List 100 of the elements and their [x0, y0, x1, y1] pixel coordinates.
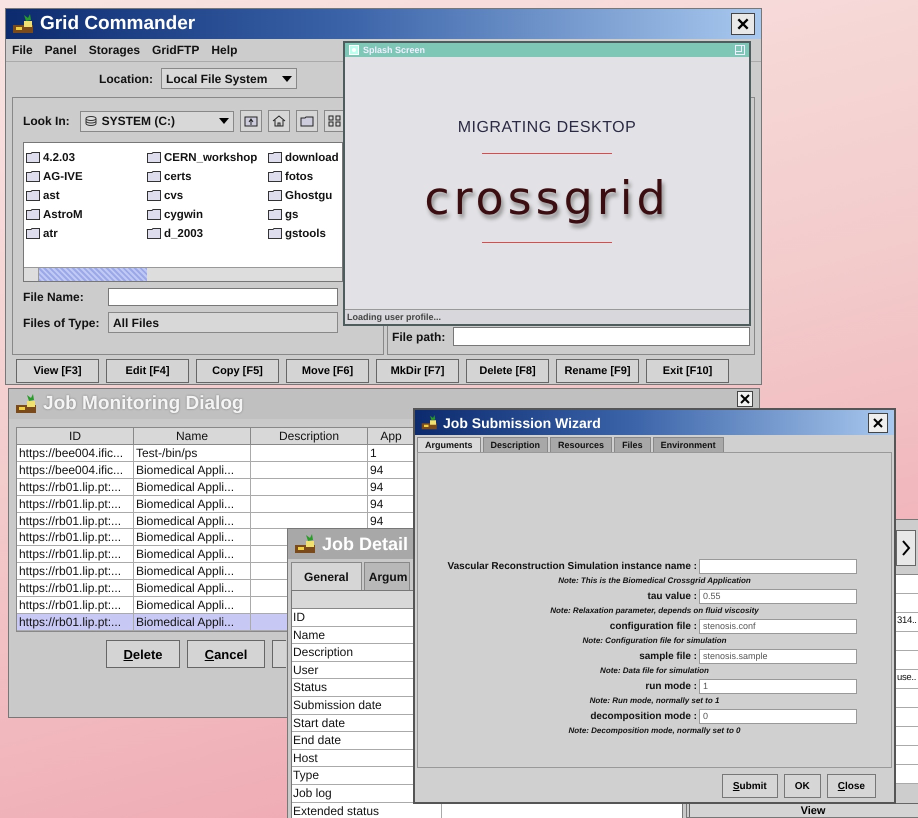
- command-button[interactable]: MkDir [F7]: [376, 359, 459, 383]
- folder-item[interactable]: cygwin: [147, 205, 268, 224]
- caret-icon: [282, 76, 292, 82]
- home-icon: [272, 115, 286, 127]
- computer-plant-icon: [15, 394, 39, 414]
- tab[interactable]: Resources: [550, 437, 612, 452]
- folder-item[interactable]: cvs: [147, 186, 268, 205]
- table-row[interactable]: https://bee004.ific... Test-/bin/ps 1: [17, 445, 414, 462]
- field-label: tau value :: [646, 591, 698, 602]
- folder-icon: [268, 152, 282, 163]
- table-cell: Biomedical Appli...: [134, 597, 251, 613]
- field-label: Vascular Reconstruction Simulation instance name :: [446, 561, 698, 572]
- folder-item[interactable]: AG-IVE: [26, 167, 147, 186]
- folder-item[interactable]: CERN_workshop: [147, 148, 268, 167]
- column-header[interactable]: Description: [251, 428, 368, 445]
- table-row[interactable]: https://rb01.lip.pt:... Biomedical Appli...: [17, 614, 288, 631]
- folder-item[interactable]: ast: [26, 186, 147, 205]
- window-title: Job Detail: [322, 534, 408, 554]
- command-button[interactable]: Delete [F8]: [466, 359, 549, 383]
- input-field[interactable]: 1: [699, 679, 857, 694]
- menu-item[interactable]: Panel: [44, 42, 77, 58]
- input-field[interactable]: 0: [699, 709, 857, 724]
- window-title: Job Submission Wizard: [443, 414, 601, 430]
- folder-icon: [147, 190, 161, 201]
- folder-item[interactable]: d_2003: [147, 224, 268, 243]
- menu-item[interactable]: Storages: [88, 42, 140, 58]
- field-note: Note: Relaxation parameter, depends on fluid viscosity: [550, 606, 759, 615]
- command-button[interactable]: Move [F6]: [286, 359, 369, 383]
- table-cell: https://bee004.ific...: [17, 445, 134, 461]
- table-row[interactable]: https://bee004.ific... Biomedical Appli... 94: [17, 462, 414, 479]
- dialog-button[interactable]: OK: [784, 774, 821, 798]
- tab[interactable]: Files: [614, 437, 651, 452]
- dialog-button[interactable]: Delete: [106, 640, 180, 668]
- tab[interactable]: Argum: [364, 562, 410, 590]
- command-button[interactable]: Rename [F9]: [556, 359, 639, 383]
- view-button[interactable]: View: [689, 803, 918, 817]
- next-button[interactable]: [896, 530, 916, 566]
- menu-item[interactable]: File: [12, 42, 33, 58]
- dialog-button[interactable]: Submit: [722, 774, 778, 798]
- folder-item[interactable]: fotos: [268, 167, 342, 186]
- tab[interactable]: Environment: [652, 437, 724, 452]
- list-view-button[interactable]: [324, 110, 346, 132]
- command-button[interactable]: Edit [F4]: [106, 359, 189, 383]
- folder-item[interactable]: AstroM: [26, 205, 147, 224]
- splash-heading: MIGRATING DESKTOP: [458, 119, 636, 137]
- window-title: Splash Screen: [363, 45, 426, 55]
- file-type-dropdown[interactable]: All Files: [108, 312, 338, 333]
- up-folder-button[interactable]: [240, 110, 262, 132]
- input-field[interactable]: 0.55: [699, 589, 857, 604]
- home-button[interactable]: [268, 110, 290, 132]
- up-folder-icon: [244, 115, 258, 127]
- folder-icon: [147, 171, 161, 182]
- command-button[interactable]: Exit [F10]: [646, 359, 729, 383]
- input-field[interactable]: stenosis.conf: [699, 619, 857, 634]
- dialog-button[interactable]: [272, 640, 286, 668]
- table-cell: https://bee004.ific...: [17, 462, 134, 478]
- computer-plant-icon: [294, 534, 318, 554]
- folder-item[interactable]: gs: [268, 205, 342, 224]
- close-button[interactable]: [737, 391, 753, 407]
- folder-icon: [268, 209, 282, 220]
- tab[interactable]: Arguments: [417, 437, 481, 452]
- table-cell-text: 94: [369, 496, 384, 512]
- menu-item[interactable]: GridFTP: [152, 42, 200, 58]
- input-field[interactable]: [699, 559, 857, 574]
- table-row[interactable]: https://rb01.lip.pt:... Biomedical Appli... 94: [17, 478, 414, 496]
- column-header[interactable]: ID: [17, 428, 134, 445]
- field-note: Note: Run mode, normally set to 1: [590, 696, 720, 705]
- close-button[interactable]: [731, 13, 755, 35]
- table-cell: Test-/bin/ps: [134, 445, 251, 461]
- column-header[interactable]: Name: [134, 428, 251, 445]
- input-field[interactable]: stenosis.sample: [699, 649, 857, 664]
- folder-item[interactable]: atr: [26, 224, 147, 243]
- folder-item[interactable]: Ghostgu: [268, 186, 342, 205]
- tab[interactable]: General: [291, 562, 362, 590]
- folder-item[interactable]: 4.2.03: [26, 148, 147, 167]
- folder-item[interactable]: gstools: [268, 224, 342, 243]
- command-button[interactable]: View [F3]: [16, 359, 99, 383]
- close-icon: [739, 392, 751, 406]
- dialog-button[interactable]: Close: [826, 774, 876, 798]
- window-title: Grid Commander: [40, 13, 196, 35]
- folder-item[interactable]: certs: [147, 167, 268, 186]
- table-cell: Biomedical Appli...: [134, 478, 251, 495]
- menu-item[interactable]: Help: [211, 42, 238, 58]
- location-dropdown[interactable]: Local File System: [161, 68, 297, 89]
- horizontal-scrollbar[interactable]: [24, 267, 342, 281]
- command-button[interactable]: Copy [F5]: [196, 359, 279, 383]
- close-button[interactable]: [868, 412, 888, 432]
- dialog-button[interactable]: Cancel: [187, 640, 265, 668]
- look-in-dropdown[interactable]: SYSTEM (C:): [80, 110, 234, 132]
- file-name-field[interactable]: [108, 288, 338, 306]
- table-cell: 314..: [897, 615, 917, 626]
- tab[interactable]: Description: [482, 437, 548, 452]
- window-icon: [349, 45, 359, 55]
- table-cell: Biomedical Appli...: [134, 546, 251, 562]
- file-path-field[interactable]: [453, 327, 750, 346]
- folder-icon: [268, 190, 282, 201]
- field-note: Note: This is the Biomedical Crossgrid Application: [558, 576, 751, 585]
- table-row[interactable]: https://rb01.lip.pt:... Biomedical Appli... 94: [17, 496, 414, 513]
- folder-item[interactable]: download: [268, 148, 342, 167]
- new-folder-button[interactable]: [296, 110, 318, 132]
